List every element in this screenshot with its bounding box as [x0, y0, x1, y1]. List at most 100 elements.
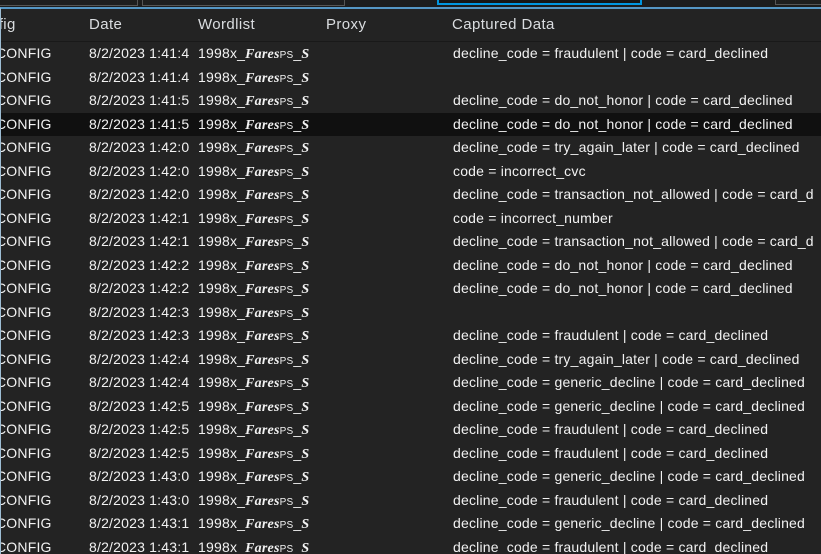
table-row[interactable]: CONFIG 8/2/2023 1:42:4 1998x_Faresps_S d… — [1, 371, 821, 395]
wordlist-text-italic: Fares — [245, 282, 279, 297]
wordlist-text-suffix: S — [301, 329, 309, 344]
table-row[interactable]: CONFIG 8/2/2023 1:41:4 1998x_Faresps_S d… — [1, 42, 821, 66]
wordlist-text-smallcaps: ps_ — [280, 45, 302, 61]
config-cell: CONFIG — [1, 277, 68, 301]
date-cell: 8/2/2023 1:42:4 — [89, 348, 196, 372]
wordlist-text-italic: Fares — [245, 541, 279, 554]
table-row[interactable]: CONFIG 8/2/2023 1:43:0 1998x_Faresps_S d… — [1, 489, 821, 513]
table-row[interactable]: CONFIG 8/2/2023 1:42:3 1998x_Faresps_S d… — [1, 324, 821, 348]
proxy-cell — [327, 42, 427, 66]
wordlist-text-italic: Fares — [245, 423, 279, 438]
wordlist-text-italic: Fares — [245, 235, 279, 250]
date-cell: 8/2/2023 1:42:1 — [89, 230, 196, 254]
captured-data-cell: decline_code = do_not_honor | code = car… — [453, 113, 821, 137]
captured-data-cell: decline_code = try_again_later | code = … — [453, 348, 821, 372]
top-control-middle[interactable] — [142, 0, 345, 6]
config-cell: CONFIG — [1, 66, 68, 90]
config-cell: CONFIG — [1, 113, 68, 137]
wordlist-text-smallcaps: ps_ — [280, 233, 302, 249]
proxy-cell — [327, 89, 427, 113]
wordlist-text-italic: Fares — [245, 329, 279, 344]
proxy-cell — [327, 442, 427, 466]
table-row[interactable]: CONFIG 8/2/2023 1:42:4 1998x_Faresps_S d… — [1, 348, 821, 372]
wordlist-text-prefix: 1998x_ — [198, 69, 245, 85]
column-header-date[interactable]: Date — [89, 9, 122, 41]
date-cell: 8/2/2023 1:43:0 — [89, 465, 196, 489]
wordlist-text-suffix: S — [301, 400, 309, 415]
wordlist-text-italic: Fares — [245, 165, 279, 180]
proxy-cell — [327, 489, 427, 513]
wordlist-text-smallcaps: ps_ — [280, 351, 302, 367]
column-header-proxy[interactable]: Proxy — [326, 9, 366, 41]
wordlist-text-prefix: 1998x_ — [198, 351, 245, 367]
table-row[interactable]: CONFIG 8/2/2023 1:43:1 1998x_Faresps_S d… — [1, 512, 821, 536]
captured-data-cell: decline_code = generic_decline | code = … — [453, 465, 821, 489]
table-row[interactable]: CONFIG 8/2/2023 1:41:5 1998x_Faresps_S d… — [1, 113, 821, 137]
captured-data-cell: decline_code = fraudulent | code = card_… — [453, 489, 821, 513]
proxy-cell — [327, 254, 427, 278]
wordlist-text-smallcaps: ps_ — [280, 421, 302, 437]
captured-data-cell: decline_code = do_not_honor | code = car… — [453, 254, 821, 278]
date-cell: 8/2/2023 1:41:4 — [89, 66, 196, 90]
wordlist-text-suffix: S — [301, 188, 309, 203]
table-row[interactable]: CONFIG 8/2/2023 1:42:0 1998x_Faresps_S d… — [1, 136, 821, 160]
table-row[interactable]: CONFIG 8/2/2023 1:42:5 1998x_Faresps_S d… — [1, 442, 821, 466]
top-control-focused[interactable] — [437, 0, 642, 5]
wordlist-text-smallcaps: ps_ — [280, 116, 302, 132]
wordlist-text-suffix: S — [301, 71, 309, 86]
wordlist-text-smallcaps: ps_ — [280, 139, 302, 155]
wordlist-text-smallcaps: ps_ — [280, 257, 302, 273]
wordlist-text-italic: Fares — [245, 71, 279, 86]
captured-data-cell: decline_code = do_not_honor | code = car… — [453, 89, 821, 113]
wordlist-text-italic: Fares — [245, 470, 279, 485]
table-row[interactable]: CONFIG 8/2/2023 1:42:1 1998x_Faresps_S c… — [1, 207, 821, 231]
proxy-cell — [327, 183, 427, 207]
wordlist-cell: 1998x_Faresps_S — [198, 89, 318, 113]
wordlist-cell: 1998x_Faresps_S — [198, 465, 318, 489]
config-cell: CONFIG — [1, 254, 68, 278]
column-header-captured-data[interactable]: Captured Data — [452, 9, 555, 41]
wordlist-text-prefix: 1998x_ — [198, 492, 245, 508]
wordlist-text-italic: Fares — [245, 306, 279, 321]
table-row[interactable]: CONFIG 8/2/2023 1:42:3 1998x_Faresps_S — [1, 301, 821, 325]
config-cell: CONFIG — [1, 89, 68, 113]
table-row[interactable]: CONFIG 8/2/2023 1:42:1 1998x_Faresps_S d… — [1, 230, 821, 254]
column-header-config[interactable]: Config — [1, 9, 16, 41]
captured-data-cell: decline_code = transaction_not_allowed |… — [453, 230, 821, 254]
date-cell: 8/2/2023 1:42:2 — [89, 254, 196, 278]
table-body: CONFIG 8/2/2023 1:41:4 1998x_Faresps_S d… — [1, 42, 821, 554]
wordlist-cell: 1998x_Faresps_S — [198, 207, 318, 231]
table-row[interactable]: CONFIG 8/2/2023 1:42:0 1998x_Faresps_S d… — [1, 183, 821, 207]
wordlist-text-prefix: 1998x_ — [198, 210, 245, 226]
proxy-cell — [327, 348, 427, 372]
table-row[interactable]: CONFIG 8/2/2023 1:42:5 1998x_Faresps_S d… — [1, 395, 821, 419]
wordlist-text-suffix: S — [301, 259, 309, 274]
top-control-left[interactable] — [0, 0, 138, 6]
wordlist-text-suffix: S — [301, 376, 309, 391]
table-row[interactable]: CONFIG 8/2/2023 1:42:2 1998x_Faresps_S d… — [1, 254, 821, 278]
table-row[interactable]: CONFIG 8/2/2023 1:41:4 1998x_Faresps_S — [1, 66, 821, 90]
table-row[interactable]: CONFIG 8/2/2023 1:42:2 1998x_Faresps_S d… — [1, 277, 821, 301]
wordlist-text-prefix: 1998x_ — [198, 445, 245, 461]
date-cell: 8/2/2023 1:41:5 — [89, 113, 196, 137]
date-cell: 8/2/2023 1:41:5 — [89, 89, 196, 113]
date-cell: 8/2/2023 1:42:0 — [89, 136, 196, 160]
wordlist-cell: 1998x_Faresps_S — [198, 42, 318, 66]
wordlist-text-smallcaps: ps_ — [280, 280, 302, 296]
table-row[interactable]: CONFIG 8/2/2023 1:43:0 1998x_Faresps_S d… — [1, 465, 821, 489]
table-row[interactable]: CONFIG 8/2/2023 1:42:5 1998x_Faresps_S d… — [1, 418, 821, 442]
table-row[interactable]: CONFIG 8/2/2023 1:42:0 1998x_Faresps_S c… — [1, 160, 821, 184]
wordlist-text-prefix: 1998x_ — [198, 163, 245, 179]
table-header-row: Config Date Wordlist Proxy Captured Data — [1, 9, 821, 42]
column-header-wordlist[interactable]: Wordlist — [198, 9, 255, 41]
wordlist-text-prefix: 1998x_ — [198, 304, 245, 320]
wordlist-text-smallcaps: ps_ — [280, 186, 302, 202]
table-row[interactable]: CONFIG 8/2/2023 1:43:1 1998x_Faresps_S d… — [1, 536, 821, 554]
table-row[interactable]: CONFIG 8/2/2023 1:41:5 1998x_Faresps_S d… — [1, 89, 821, 113]
top-control-right[interactable] — [775, 0, 821, 5]
wordlist-text-italic: Fares — [245, 94, 279, 109]
captured-data-cell: decline_code = fraudulent | code = card_… — [453, 536, 821, 554]
hits-list-view: Config Date Wordlist Proxy Captured Data… — [0, 0, 821, 554]
captured-data-cell: code = incorrect_number — [453, 207, 821, 231]
config-cell: CONFIG — [1, 536, 68, 554]
